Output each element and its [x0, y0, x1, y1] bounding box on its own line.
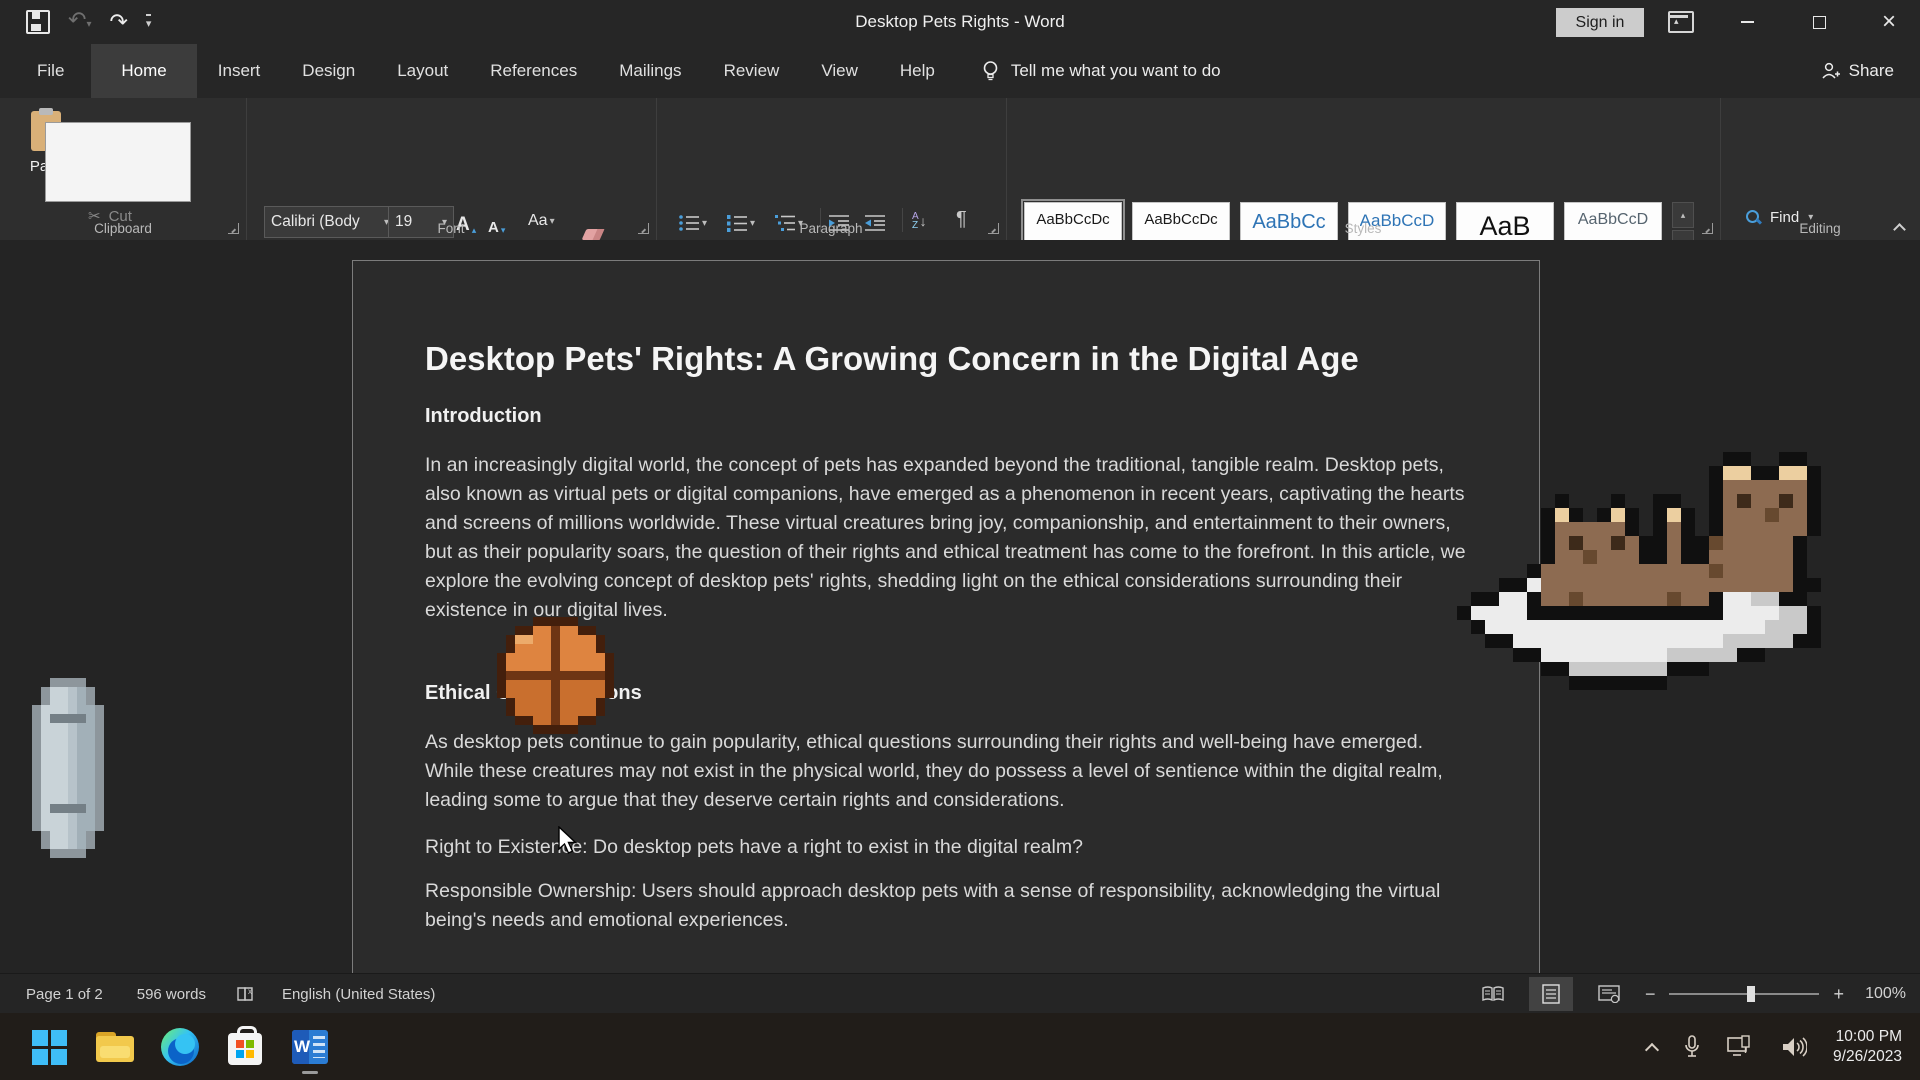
- tab-file[interactable]: File: [10, 44, 91, 98]
- tab-view[interactable]: View: [800, 44, 879, 98]
- tab-layout[interactable]: Layout: [376, 44, 469, 98]
- share-label: Share: [1849, 61, 1894, 81]
- undo-icon[interactable]: ↶▾: [68, 9, 91, 36]
- share-person-icon: [1820, 61, 1840, 81]
- basketball-desktop-pet-sprite[interactable]: [497, 617, 614, 734]
- close-button[interactable]: ×: [1858, 0, 1920, 44]
- print-layout-icon: [1542, 984, 1560, 1004]
- proofing-icon[interactable]: x: [236, 985, 258, 1003]
- clock-time: 10:00 PM: [1833, 1027, 1902, 1047]
- status-bar: Page 1 of 2 596 words x English (United …: [0, 973, 1920, 1014]
- tab-review[interactable]: Review: [703, 44, 801, 98]
- lightbulb-icon: [982, 60, 999, 82]
- volume-icon[interactable]: [1781, 1036, 1807, 1058]
- group-paragraph: ▾ ▾ ▾ A Z ↓ ¶: [656, 98, 1007, 240]
- paragraph-dialog-launcher-icon[interactable]: [988, 223, 999, 234]
- zoom-in-button[interactable]: +: [1833, 984, 1844, 1005]
- paragraph-responsible-ownership: Responsible Ownership: Users should appr…: [425, 877, 1467, 935]
- word-titlebar: Desktop Pets Rights - Word ↶▾ ↷ ▾ Sign i…: [0, 0, 1920, 44]
- word-app-icon: W: [292, 1030, 328, 1064]
- taskbar: W 10:00 PM 9/26/2023: [0, 1013, 1920, 1080]
- read-mode-button[interactable]: [1471, 977, 1515, 1011]
- sign-in-button[interactable]: Sign in: [1556, 8, 1644, 37]
- zoom-level[interactable]: 100%: [1858, 985, 1906, 1003]
- tab-design[interactable]: Design: [281, 44, 376, 98]
- document-heading-title: Desktop Pets' Rights: A Growing Concern …: [425, 339, 1467, 379]
- clock-date: 9/26/2023: [1833, 1047, 1902, 1067]
- group-label-font: Font: [246, 221, 656, 236]
- tell-me-label: Tell me what you want to do: [1011, 61, 1221, 81]
- clipboard-dialog-launcher-icon[interactable]: [228, 223, 239, 234]
- desktop-screen: Desktop Pets Rights - Word ↶▾ ↷ ▾ Sign i…: [0, 0, 1920, 1080]
- edge-button[interactable]: [160, 1027, 200, 1067]
- customize-qat-icon[interactable]: ▾: [146, 14, 152, 30]
- zoom-slider[interactable]: [1669, 993, 1819, 995]
- group-styles: AaBbCcDc ¶ Normal AaBbCcDc ¶ No Spac... …: [1006, 98, 1721, 240]
- tab-insert[interactable]: Insert: [197, 44, 282, 98]
- read-mode-icon: [1481, 985, 1505, 1003]
- paste-clipboard-icon: [31, 108, 67, 152]
- microphone-icon[interactable]: [1683, 1035, 1701, 1059]
- redo-icon[interactable]: ↷: [109, 11, 127, 33]
- store-button[interactable]: [225, 1027, 265, 1067]
- cast-display-icon[interactable]: [1727, 1035, 1755, 1059]
- file-explorer-button[interactable]: [95, 1027, 135, 1067]
- microsoft-store-icon: [228, 1033, 262, 1065]
- ribbon-home: Paste ✂Cut Copy Format Painter Clipboard…: [0, 98, 1920, 241]
- tab-mailings[interactable]: Mailings: [598, 44, 702, 98]
- start-button[interactable]: [29, 1027, 69, 1067]
- svg-text:x: x: [248, 987, 252, 996]
- language-indicator[interactable]: English (United States): [282, 986, 435, 1003]
- styles-dialog-launcher-icon[interactable]: [1702, 223, 1713, 234]
- restore-button[interactable]: [1788, 0, 1850, 44]
- group-label-styles: Styles: [1006, 221, 1720, 236]
- word-taskbar-button[interactable]: W: [290, 1027, 330, 1067]
- collapse-ribbon-icon[interactable]: [1894, 222, 1904, 232]
- tab-help[interactable]: Help: [879, 44, 956, 98]
- cats-on-cloud-desktop-pet-sprite[interactable]: [1443, 452, 1835, 690]
- paragraph-ethical: As desktop pets continue to gain popular…: [425, 728, 1467, 815]
- system-tray: 10:00 PM 9/26/2023: [1647, 1013, 1920, 1080]
- paragraph-introduction: In an increasingly digital world, the co…: [425, 451, 1467, 625]
- zoom-slider-thumb[interactable]: [1747, 986, 1755, 1002]
- zoom-out-button[interactable]: −: [1645, 984, 1656, 1005]
- word-running-indicator: [302, 1071, 318, 1074]
- web-layout-icon: [1598, 985, 1620, 1003]
- group-editing: Find▾ abac Replace Select▾ Editing: [1720, 98, 1920, 240]
- group-clipboard: Paste ✂Cut Copy Format Painter Clipboard: [0, 98, 247, 240]
- folder-icon: [96, 1032, 134, 1062]
- tab-home[interactable]: Home: [91, 44, 196, 98]
- edge-icon: [161, 1028, 199, 1066]
- heading-introduction: Introduction: [425, 404, 1467, 428]
- tab-references[interactable]: References: [469, 44, 598, 98]
- quick-access-toolbar: ↶▾ ↷ ▾: [26, 7, 151, 37]
- save-icon[interactable]: [26, 10, 50, 34]
- web-layout-button[interactable]: [1587, 977, 1631, 1011]
- font-dialog-launcher-icon[interactable]: [638, 223, 649, 234]
- group-label-editing: Editing: [1720, 221, 1920, 236]
- pill-desktop-pet-sprite[interactable]: [32, 678, 104, 858]
- tell-me-box[interactable]: Tell me what you want to do: [982, 44, 1221, 98]
- ribbon-display-options-icon[interactable]: [1668, 11, 1694, 33]
- taskbar-clock[interactable]: 10:00 PM 9/26/2023: [1833, 1027, 1902, 1067]
- paste-button[interactable]: Paste: [16, 104, 82, 230]
- share-button[interactable]: Share: [1820, 44, 1894, 98]
- ribbon-tabs: File Home Insert Design Layout Reference…: [0, 44, 1920, 98]
- group-label-clipboard: Clipboard: [0, 221, 246, 236]
- word-count[interactable]: 596 words: [137, 986, 206, 1003]
- print-layout-button[interactable]: [1529, 977, 1573, 1011]
- group-label-paragraph: Paragraph: [656, 221, 1006, 236]
- minimize-button[interactable]: [1716, 0, 1778, 44]
- windows-start-icon: [32, 1030, 67, 1065]
- tray-chevron-icon[interactable]: [1647, 1042, 1657, 1052]
- mouse-cursor: [558, 826, 582, 861]
- page-indicator[interactable]: Page 1 of 2: [26, 986, 103, 1003]
- group-font: Calibri (Body▾ 19▾ A▴ A▾ Aa▾ B I U▾ abc …: [246, 98, 657, 240]
